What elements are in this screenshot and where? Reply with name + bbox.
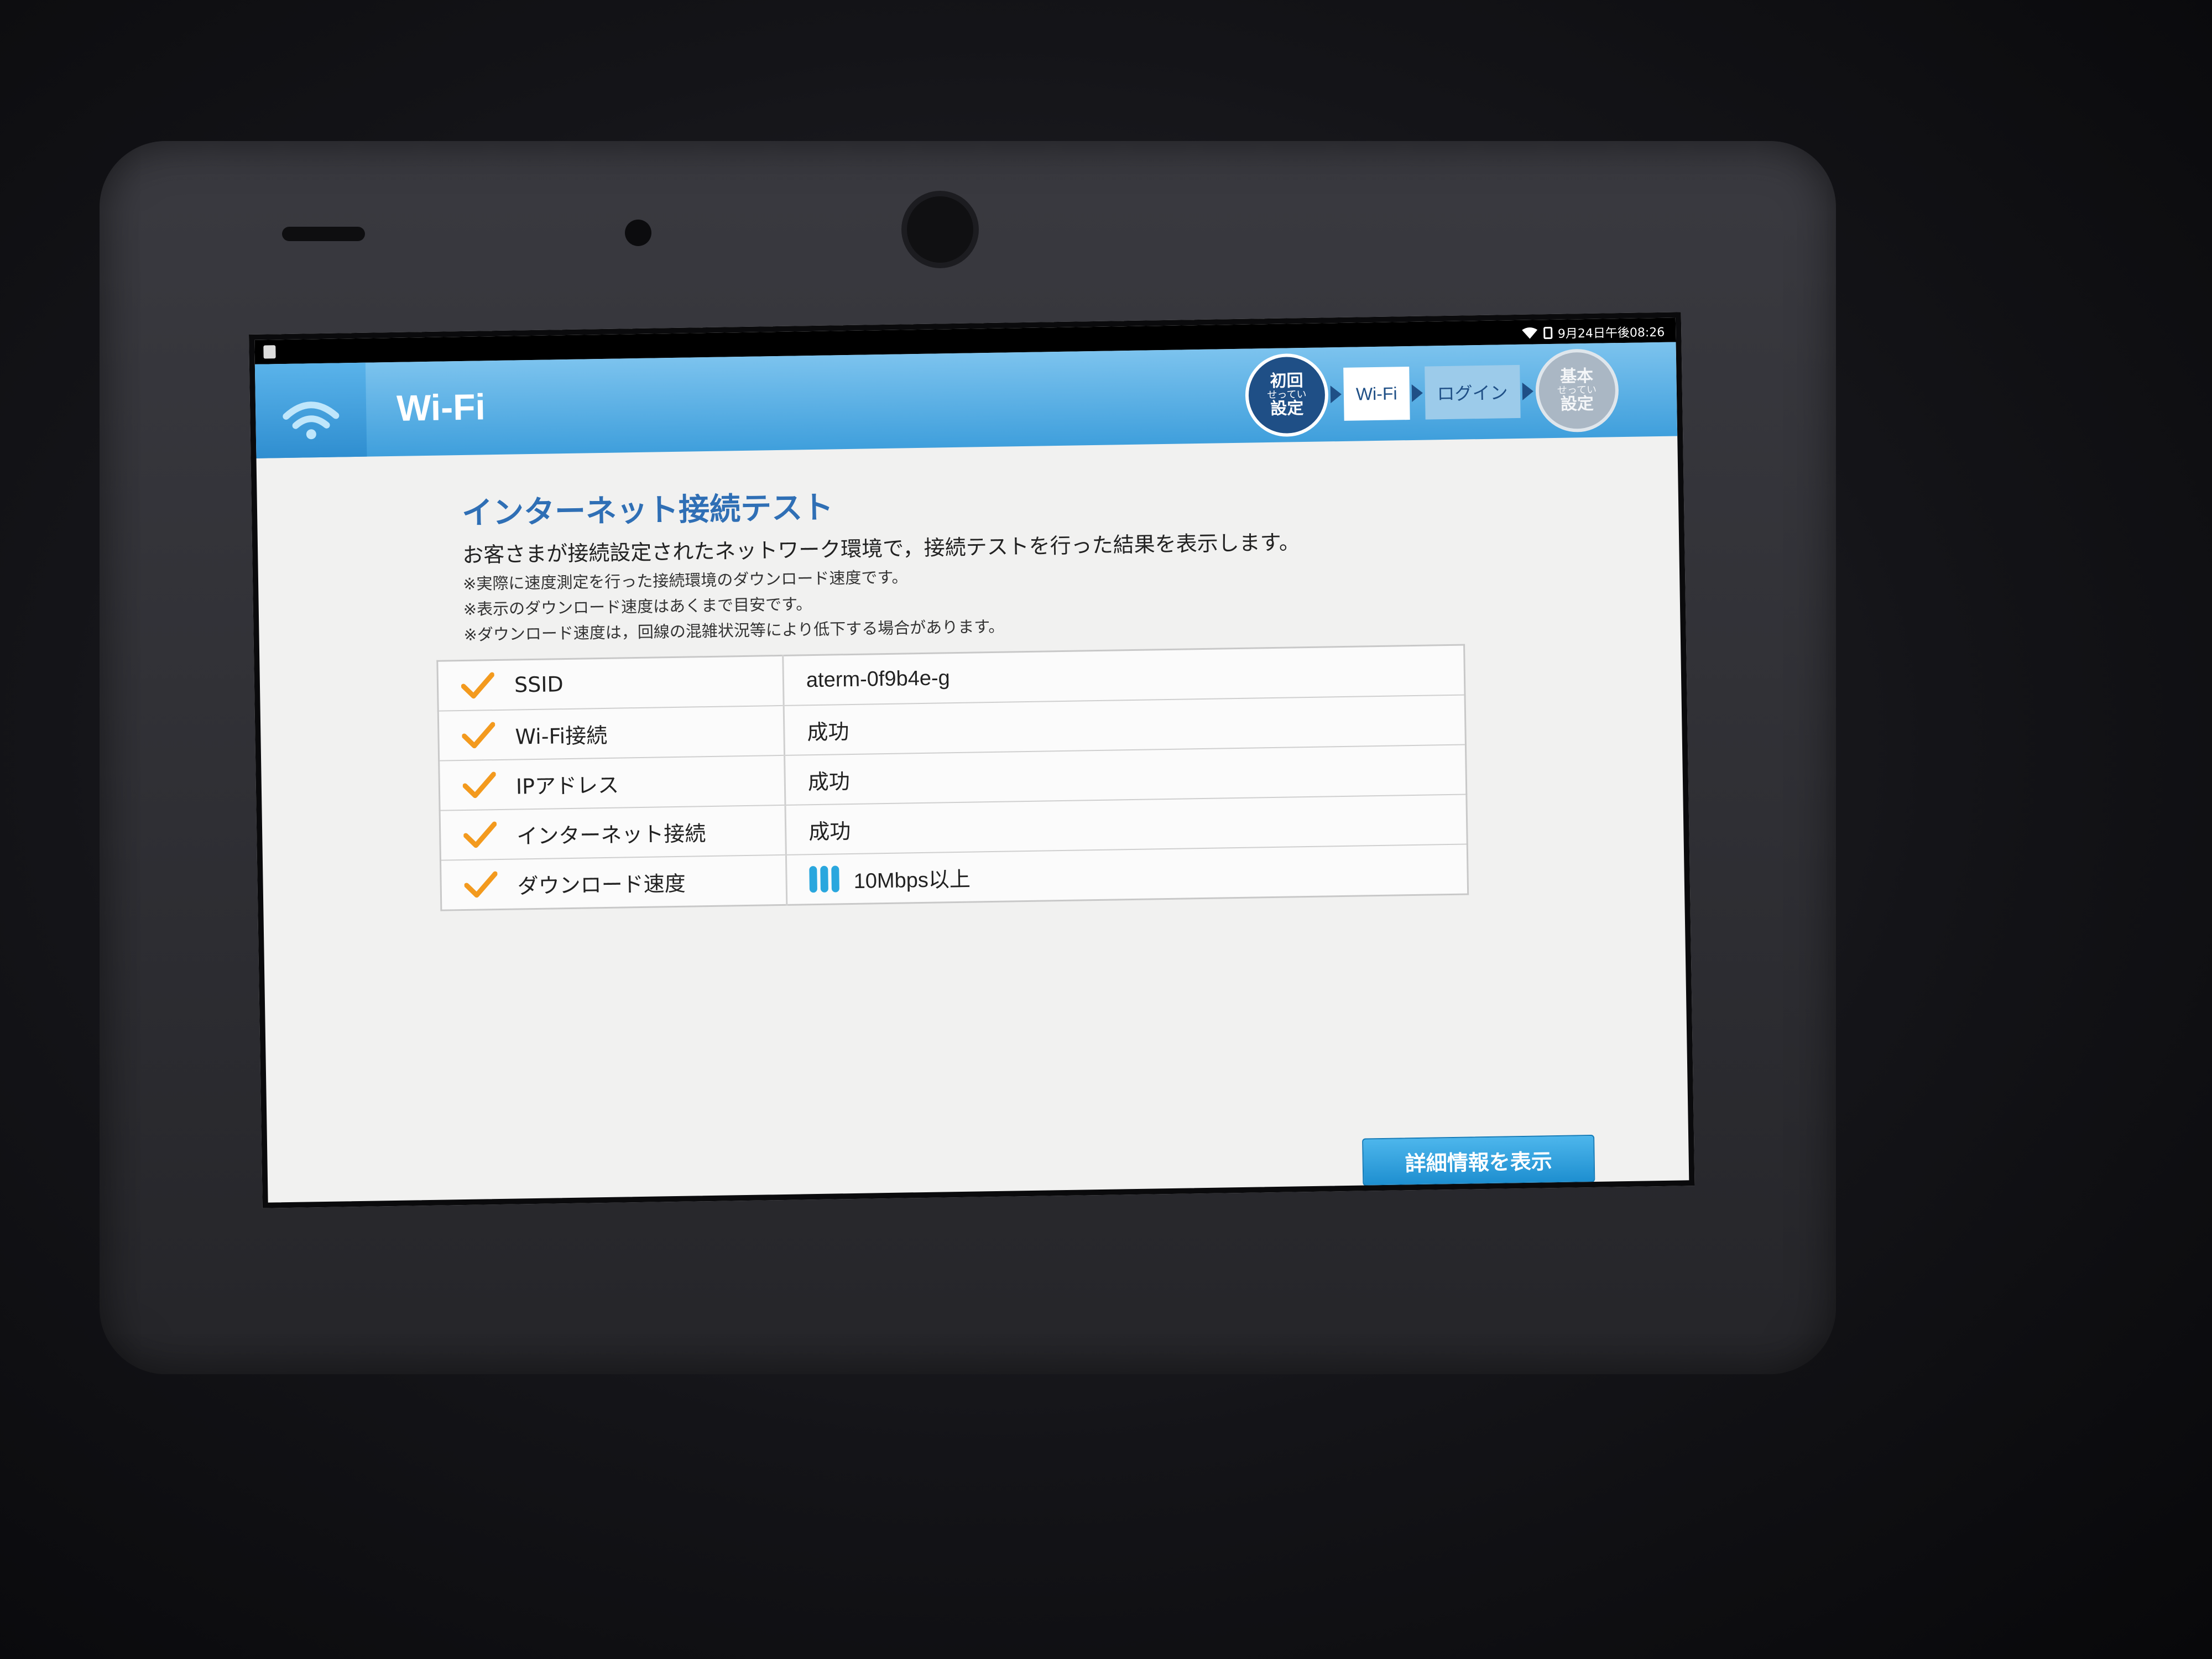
wifi-icon [1521, 327, 1537, 339]
result-label: IPアドレス [515, 773, 619, 799]
main-content: インターネット接続テスト お客さまが接続設定されたネットワーク環境で，接続テスト… [257, 436, 1689, 1202]
result-value: 10Mbps以上 [853, 868, 971, 893]
result-label: ダウンロード速度 [517, 871, 686, 898]
setup-steps: 初回 せってい 設定 Wi-Fi ログイン 基本 せってい 設定 [1244, 348, 1619, 437]
step-basic-setup: 基本 せってい 設定 [1535, 348, 1619, 433]
check-icon [461, 672, 495, 699]
check-icon [463, 821, 497, 848]
check-icon [462, 722, 495, 749]
result-label: SSID [514, 672, 564, 697]
result-label: Wi-Fi接続 [515, 723, 608, 749]
check-icon [464, 871, 498, 898]
step-wifi: Wi-Fi [1343, 367, 1410, 421]
wifi-header-icon [254, 362, 367, 458]
page-title: インターネット接続テスト [461, 489, 834, 531]
step-login: ログイン [1424, 364, 1521, 420]
step-initial-setup: 初回 せってい 設定 [1244, 353, 1329, 437]
step-arrow-icon [1330, 385, 1342, 404]
step-arrow-icon [1522, 382, 1533, 400]
speaker-grille [282, 227, 365, 241]
battery-icon [1543, 326, 1553, 340]
status-time: 9月24日午後08:26 [1557, 325, 1665, 341]
show-details-button[interactable]: 詳細情報を表示 [1362, 1134, 1595, 1186]
result-label: インターネット接続 [516, 821, 706, 849]
check-icon [462, 771, 497, 799]
front-camera [907, 196, 973, 263]
result-table: SSID aterm-0f9b4e-g Wi-Fi接続 成功 IPアドレス 成功 [436, 644, 1469, 911]
notes: ※実際に速度測定を行った接続環境のダウンロード速度です。 ※表示のダウンロード速… [463, 563, 1005, 648]
tablet-screen: 9月24日午後08:26 Wi-Fi 初回 せってい 設定 Wi-Fi ログイン [249, 312, 1695, 1208]
lead-text: お客さまが接続設定されたネットワーク環境で，接続テストを行った結果を表示します。 [462, 530, 1301, 567]
header-title: Wi-Fi [396, 386, 486, 429]
step-arrow-icon [1411, 384, 1423, 402]
signal-bars-icon [809, 865, 839, 893]
notification-icon [263, 345, 276, 359]
light-sensor [625, 220, 651, 246]
